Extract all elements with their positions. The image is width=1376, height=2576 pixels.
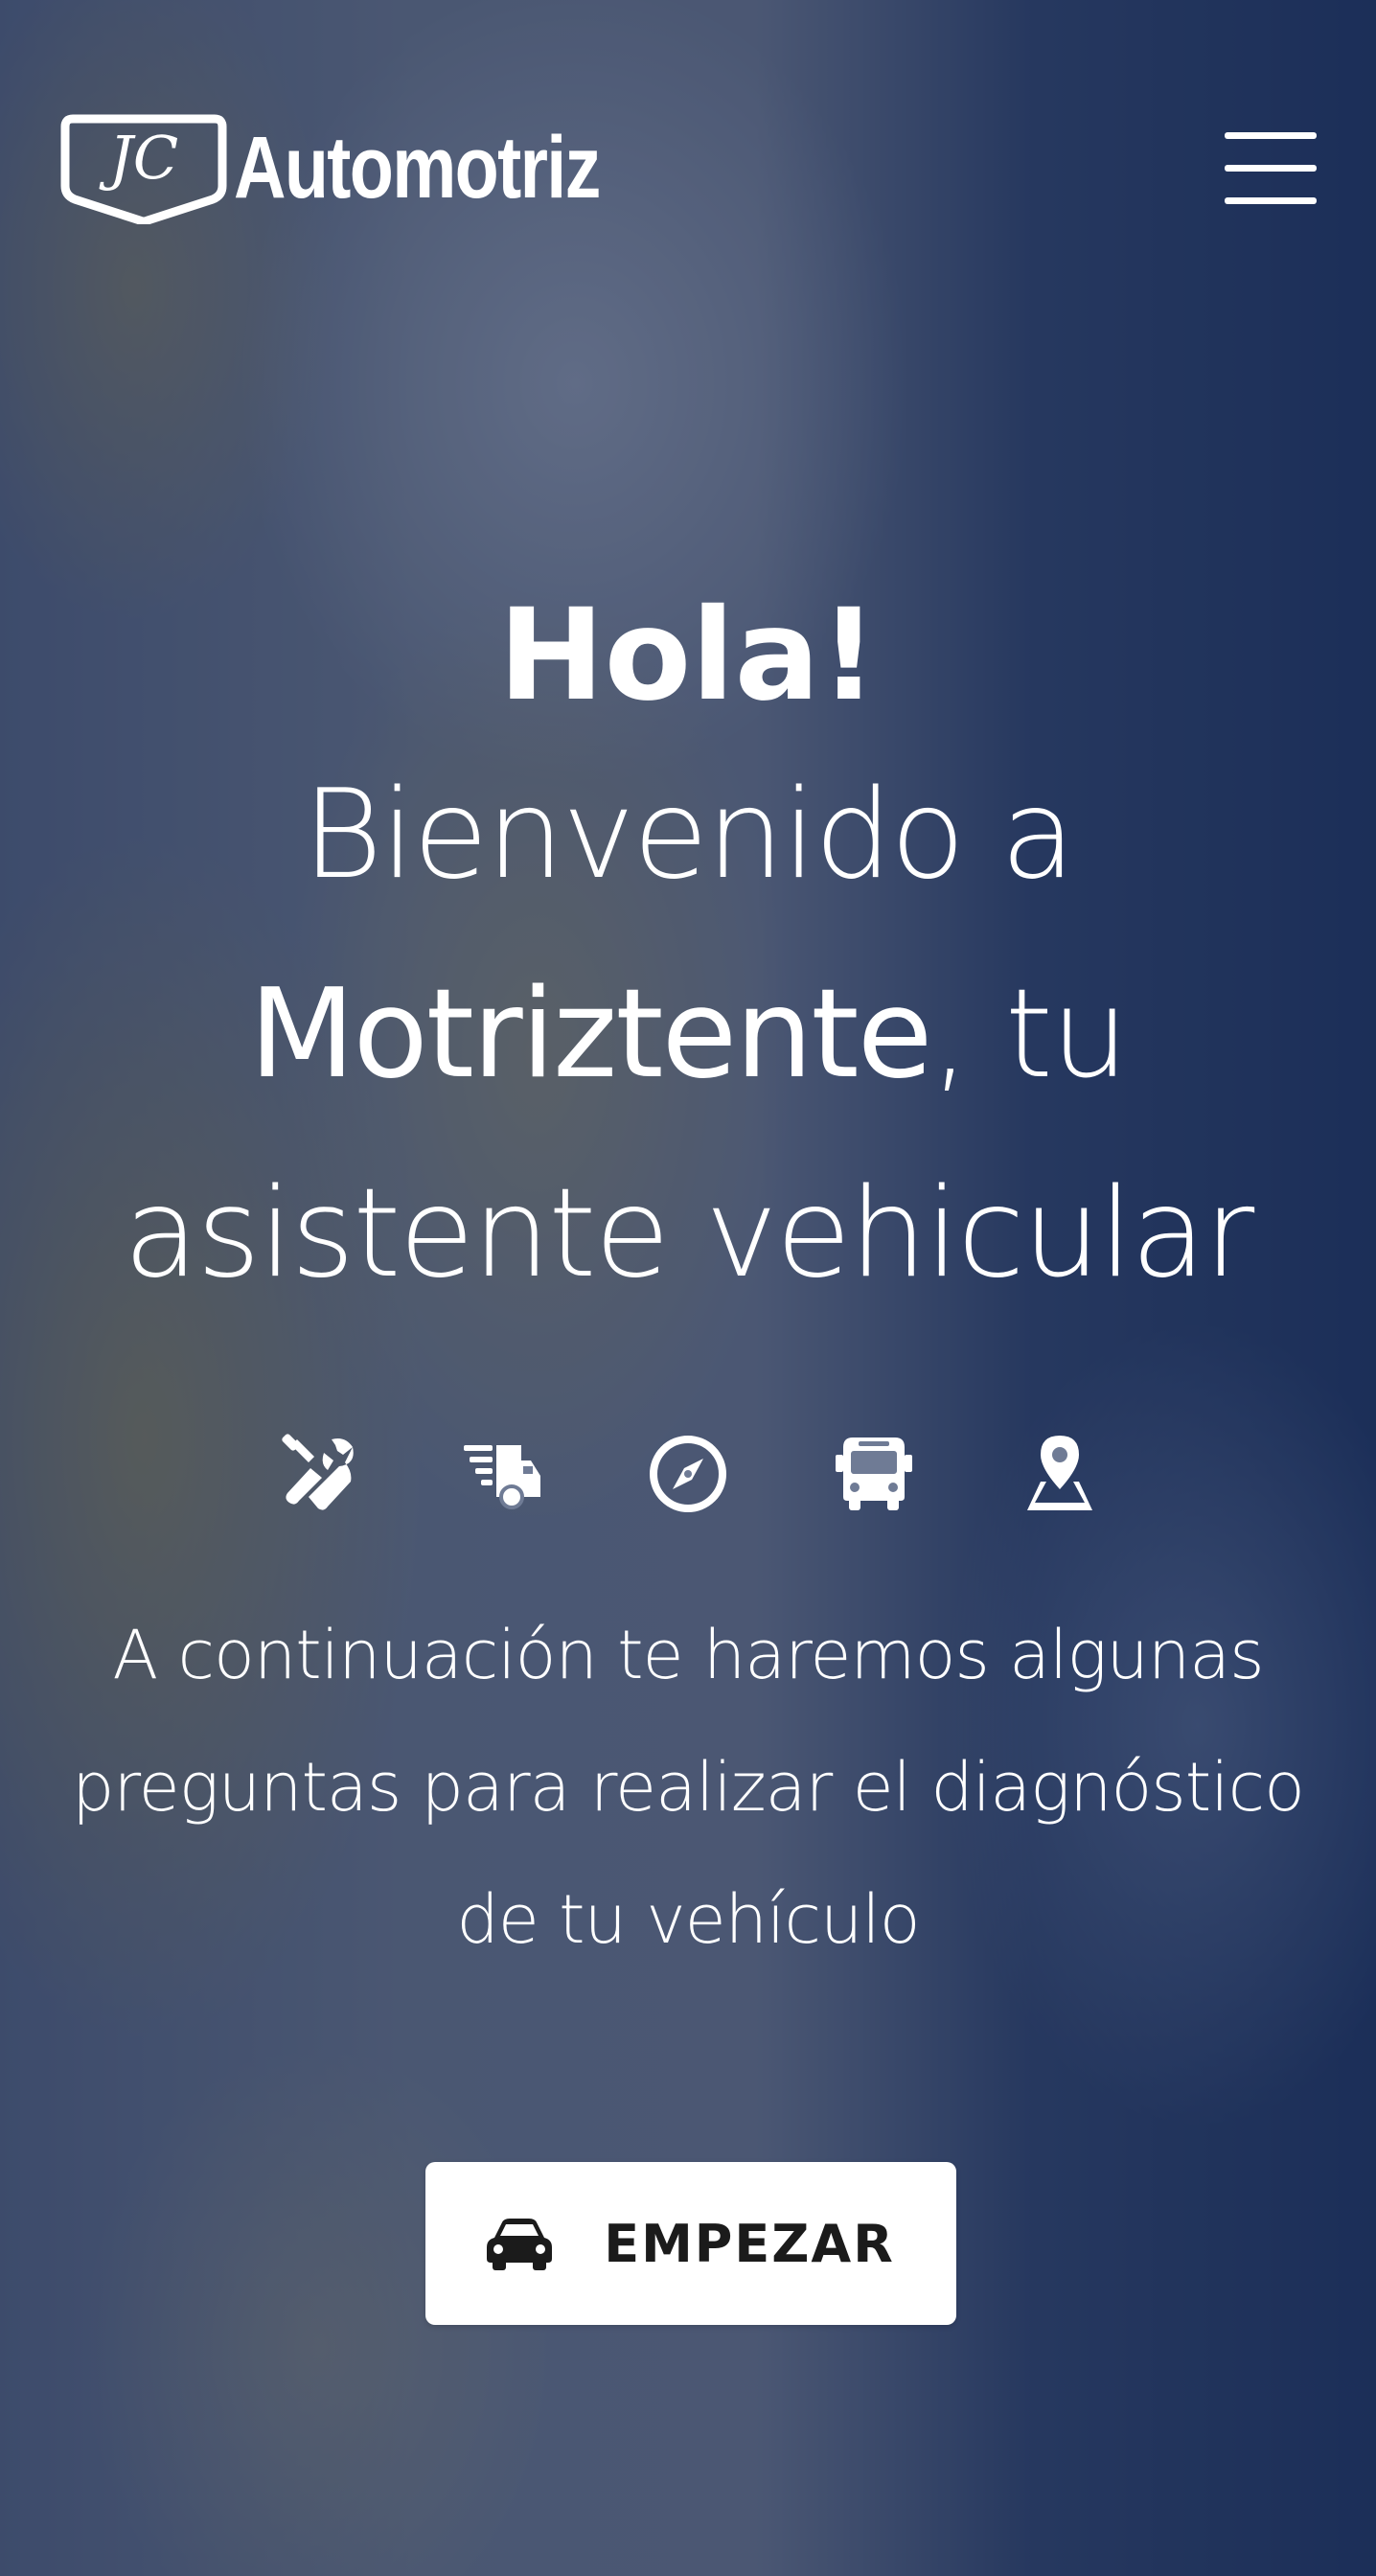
- hero-section: Hola! Bienvenido a Motriztente, tu asist…: [0, 575, 1376, 1334]
- intro-text: A continuación te haremos algunas pregun…: [72, 1616, 1305, 1959]
- start-button[interactable]: EMPEZAR: [425, 2162, 956, 2325]
- logo-badge-icon: JC: [60, 114, 227, 224]
- logo-text: Automotriz: [234, 119, 601, 217]
- app-screen: JC Automotriz Hola! Bienvenido a Motrizt…: [0, 0, 1376, 2576]
- brand-logo[interactable]: JC Automotriz: [59, 107, 679, 228]
- map-marker-icon: [1027, 1436, 1092, 1510]
- car-icon: [487, 2219, 553, 2270]
- welcome-prefix: Bienvenido a: [302, 764, 1075, 907]
- welcome-message: Bienvenido a Motriztente, tu asistente v…: [89, 736, 1287, 1334]
- logo-monogram: JC: [99, 123, 178, 193]
- fast-truck-icon: [464, 1445, 540, 1509]
- tools-icon: [282, 1434, 354, 1510]
- compass-icon: [650, 1436, 726, 1512]
- service-icons-row: [0, 1434, 1376, 1524]
- bus-icon: [836, 1438, 912, 1510]
- hamburger-menu-icon[interactable]: [1225, 132, 1317, 205]
- start-button-label: EMPEZAR: [604, 2213, 895, 2274]
- brand-name: Motriztente: [249, 963, 932, 1106]
- greeting-heading: Hola!: [498, 582, 878, 729]
- top-bar: JC Automotriz: [59, 107, 1317, 228]
